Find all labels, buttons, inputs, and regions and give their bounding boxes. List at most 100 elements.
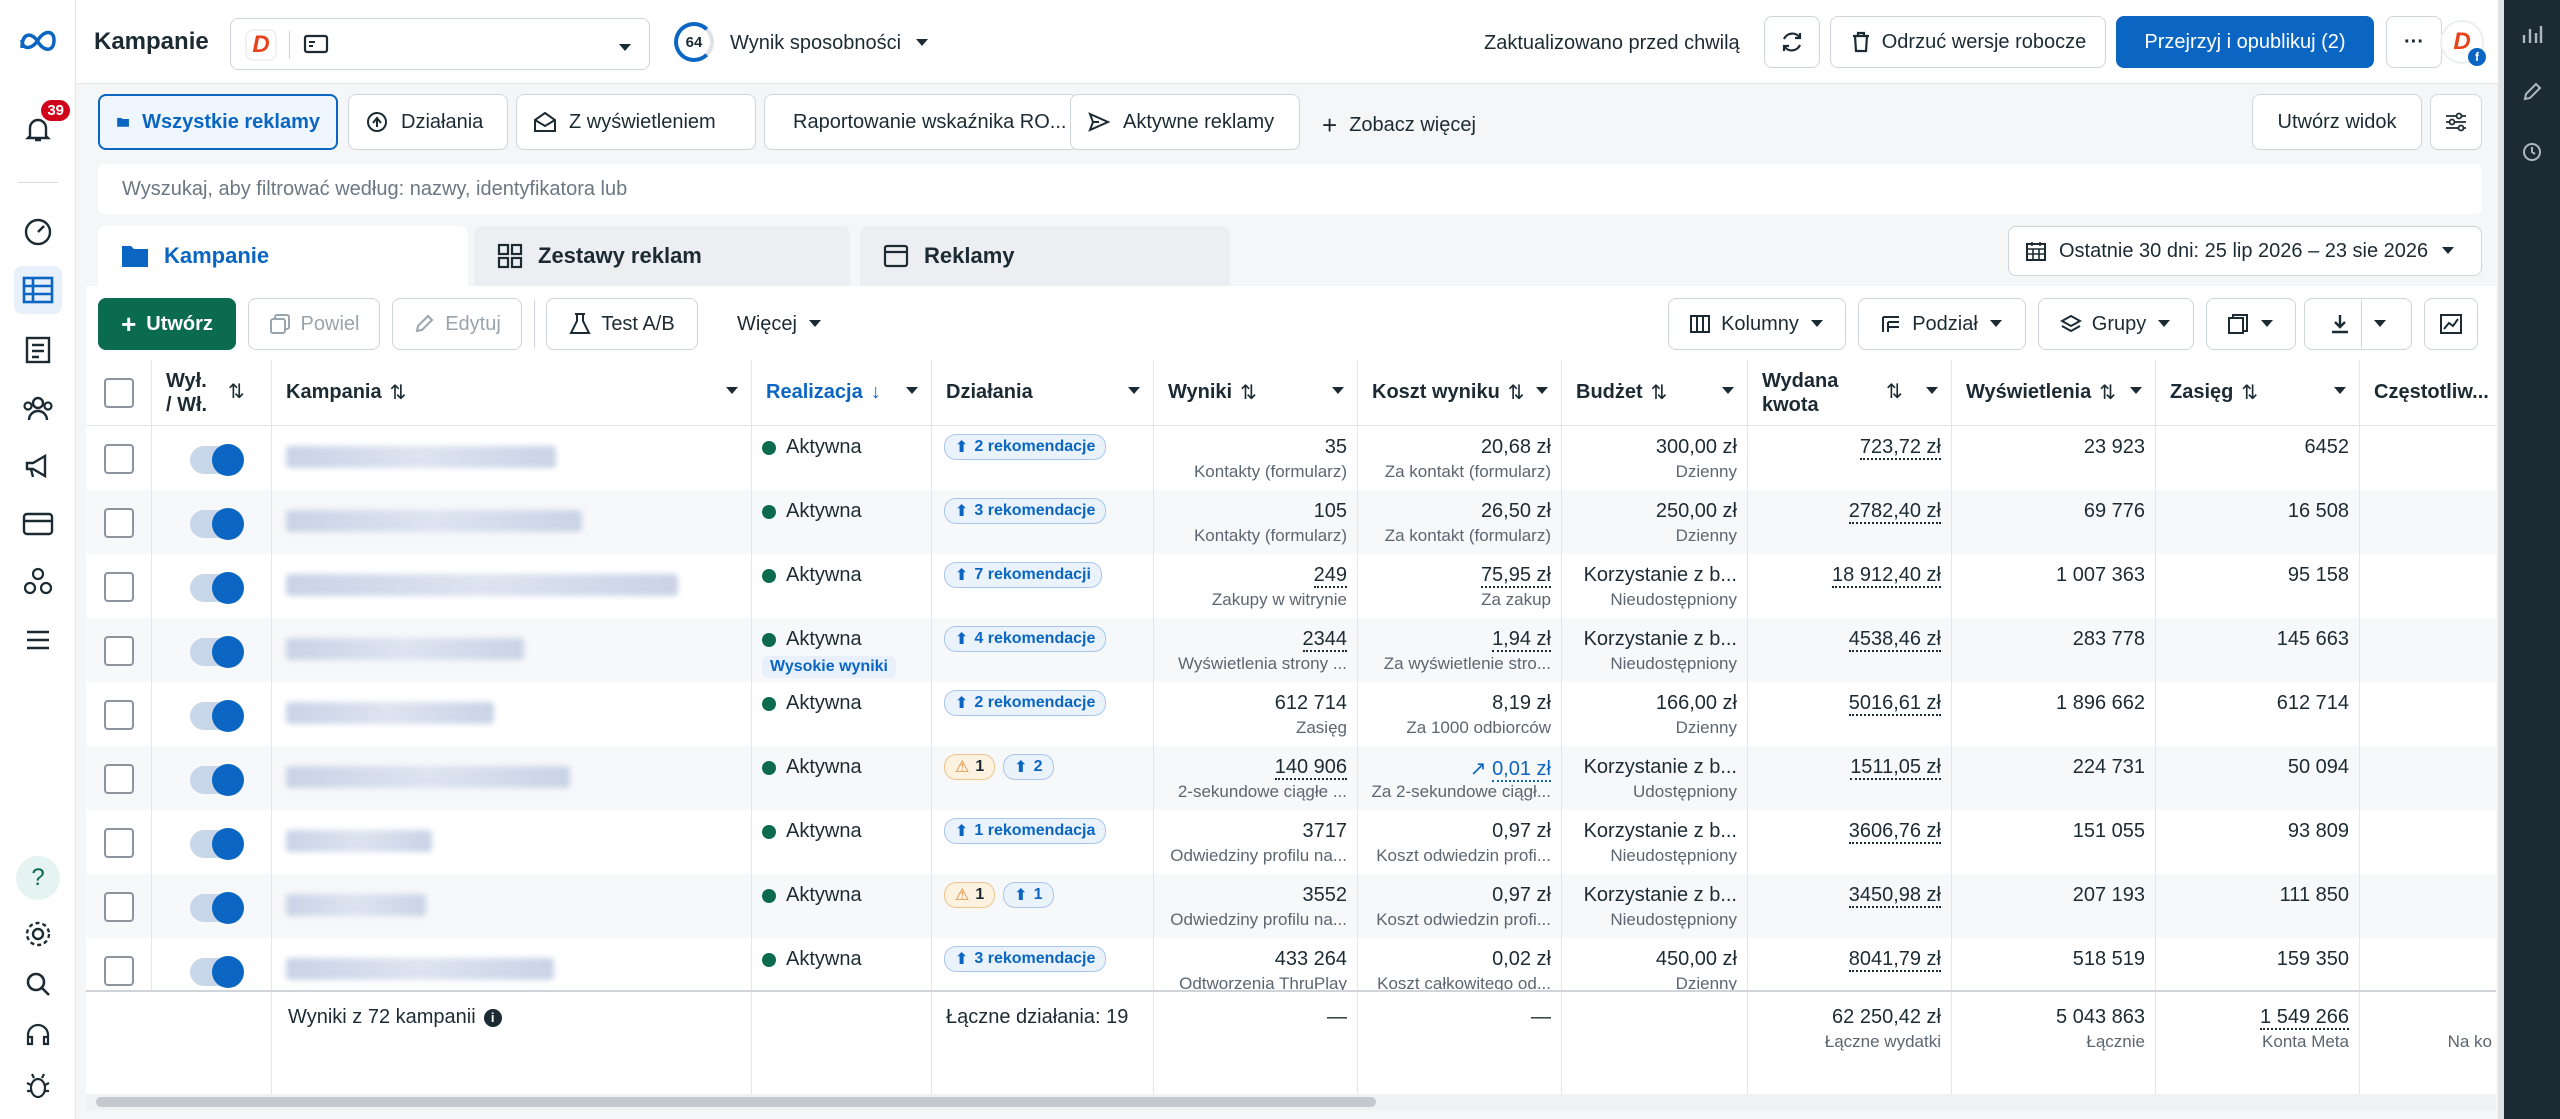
campaign-toggle[interactable] — [190, 828, 244, 860]
header-on-off[interactable]: Wył. / Wł. ⇅ — [152, 360, 272, 426]
cost-value[interactable]: 1,94 zł — [1492, 628, 1551, 652]
ab-test-button[interactable]: Test A/B — [546, 298, 698, 350]
spent-value[interactable]: 3606,76 zł — [1848, 820, 1941, 844]
high-performance-badge[interactable]: Wysokie wyniki — [762, 656, 896, 678]
row-checkbox[interactable] — [104, 828, 134, 858]
reports-icon[interactable] — [14, 326, 62, 374]
megaphone-icon[interactable] — [14, 442, 62, 490]
row-checkbox[interactable] — [104, 572, 134, 602]
spent-value[interactable]: 8041,79 zł — [1848, 948, 1941, 972]
sort-icon[interactable]: ⇅ — [390, 380, 407, 405]
edit-button[interactable]: Edytuj — [392, 298, 522, 350]
campaign-toggle[interactable] — [190, 956, 244, 988]
see-more-views[interactable]: + Zobacz więcej — [1322, 110, 1476, 141]
table-row[interactable]: Aktywna ⚠ 1 ⬆ 1 3552 Odwiedziny profilu na..… — [86, 874, 2496, 938]
campaign-name-redacted[interactable] — [286, 958, 554, 980]
sort-desc-icon[interactable]: ↓ — [871, 381, 881, 404]
support-headset-icon[interactable] — [14, 1012, 62, 1060]
reach-total[interactable]: 1 549 266 — [2260, 1006, 2349, 1030]
chevron-down-icon[interactable] — [914, 32, 930, 55]
budget-value[interactable]: Korzystanie z b... — [1584, 884, 1737, 907]
search-input[interactable]: Wyszukaj, aby filtrować według: nazwy, i… — [98, 164, 2482, 214]
header-budget[interactable]: Budżet ⇅ — [1562, 360, 1748, 426]
row-checkbox[interactable] — [104, 892, 134, 922]
reports-dropdown[interactable] — [2206, 298, 2296, 350]
campaign-name-redacted[interactable] — [286, 510, 582, 532]
sort-icon[interactable]: ⇅ — [1508, 380, 1525, 405]
recommendations-pill[interactable]: ⬆ 3 rekomendacje — [944, 498, 1107, 524]
table-row[interactable]: Aktywna Wysokie wyniki ⬆ 4 rekomendacje 23… — [86, 618, 2496, 682]
budget-value[interactable]: Korzystanie z b... — [1584, 820, 1737, 843]
view-tab-all-ads[interactable]: Wszystkie reklamy — [98, 94, 338, 150]
table-row[interactable]: Aktywna ⬆ 7 rekomendacji 249 Zakupy w witr… — [86, 554, 2496, 618]
header-amount-spent[interactable]: Wydana kwota ⇅ — [1748, 360, 1952, 426]
spent-value[interactable]: 4538,46 zł — [1848, 628, 1941, 652]
billing-card-icon[interactable] — [14, 500, 62, 548]
settings-gear-icon[interactable] — [14, 910, 62, 958]
recommendations-pill[interactable]: ⬆ 1 — [1003, 882, 1054, 908]
campaign-name-redacted[interactable] — [286, 446, 556, 468]
recommendations-pill[interactable]: ⬆ 1 rekomendacja — [944, 818, 1107, 844]
budget-value[interactable]: Korzystanie z b... — [1584, 564, 1737, 587]
view-tab-active-ads[interactable]: Aktywne reklamy — [1070, 94, 1300, 150]
notifications-icon[interactable]: 39 — [14, 100, 70, 154]
tab-ads[interactable]: Reklamy — [860, 226, 1230, 286]
budget-value[interactable]: Korzystanie z b... — [1584, 756, 1737, 779]
opportunity-score-ring[interactable]: 64 — [674, 22, 714, 62]
header-delivery[interactable]: Realizacja ↓ — [752, 360, 932, 426]
view-tab-roas-reporting[interactable]: Raportowanie wskaźnika RO... — [764, 94, 1078, 150]
table-row[interactable]: Aktywna ⚠ 1 ⬆ 2 140 906 2-sekundowe ciągłe .… — [86, 746, 2496, 810]
campaign-name-redacted[interactable] — [286, 638, 524, 660]
sort-icon[interactable]: ⇅ — [2099, 380, 2116, 405]
sort-icon[interactable]: ⇅ — [228, 380, 245, 404]
info-icon[interactable]: i — [483, 1008, 502, 1027]
duplicate-button[interactable]: Powiel — [248, 298, 380, 350]
help-icon[interactable]: ? — [14, 854, 62, 902]
tab-campaigns[interactable]: Kampanie — [98, 226, 468, 286]
recommendations-pill[interactable]: ⬆ 3 rekomendacje — [944, 946, 1107, 972]
sort-icon[interactable]: ⇅ — [1651, 380, 1668, 405]
discard-drafts-button[interactable]: Odrzuć wersje robocze — [1830, 16, 2106, 68]
ad-account-selector[interactable]: D — [230, 18, 650, 70]
review-publish-button[interactable]: Przejrzyj i opublikuj (2) — [2116, 16, 2374, 68]
spent-value[interactable]: 2782,40 zł — [1848, 500, 1941, 524]
profile-avatar[interactable]: D f — [2440, 20, 2486, 66]
create-view-button[interactable]: Utwórz widok — [2252, 94, 2422, 150]
business-network-icon[interactable] — [14, 558, 62, 606]
campaign-toggle[interactable] — [190, 700, 244, 732]
campaign-name-redacted[interactable] — [286, 574, 678, 596]
header-reach[interactable]: Zasięg ⇅ — [2156, 360, 2360, 426]
campaign-name-redacted[interactable] — [286, 702, 494, 724]
result-value[interactable]: 140 906 — [1274, 756, 1347, 780]
budget-value[interactable]: 300,00 zł — [1656, 436, 1737, 459]
result-value[interactable]: 249 — [1313, 564, 1347, 588]
dashboard-gauge-icon[interactable] — [14, 208, 62, 256]
tab-ad-sets[interactable]: Zestawy reklam — [474, 226, 850, 286]
header-impressions[interactable]: Wyświetlenia ⇅ — [1952, 360, 2156, 426]
campaign-toggle[interactable] — [190, 508, 244, 540]
spent-value[interactable]: 18 912,40 zł — [1832, 564, 1941, 588]
issues-pill[interactable]: ⚠ 1 — [944, 882, 996, 908]
create-button[interactable]: + Utwórz — [98, 298, 236, 350]
sort-icon[interactable]: ⇅ — [2241, 380, 2258, 405]
row-checkbox[interactable] — [104, 508, 134, 538]
row-checkbox[interactable] — [104, 700, 134, 730]
campaign-toggle[interactable] — [190, 764, 244, 796]
table-row[interactable]: Aktywna ⬆ 1 rekomendacja 3717 Odwiedziny p… — [86, 810, 2496, 874]
meta-logo-icon[interactable] — [14, 16, 62, 64]
table-row[interactable]: Aktywna ⬆ 3 rekomendacje 105 Kontakty (for… — [86, 490, 2496, 554]
row-checkbox[interactable] — [104, 444, 134, 474]
header-results[interactable]: Wyniki ⇅ — [1154, 360, 1358, 426]
more-actions-dropdown[interactable]: Więcej — [710, 298, 850, 350]
budget-value[interactable]: 450,00 zł — [1656, 948, 1737, 971]
issues-pill[interactable]: ⚠ 1 — [944, 754, 996, 780]
campaign-toggle[interactable] — [190, 444, 244, 476]
date-range-picker[interactable]: Ostatnie 30 dni: 25 lip 2026 – 23 sie 20… — [2008, 226, 2482, 276]
header-frequency[interactable]: Częstotliw... — [2360, 360, 2496, 426]
bug-report-icon[interactable] — [14, 1062, 62, 1110]
budget-value[interactable]: Korzystanie z b... — [1584, 628, 1737, 651]
menu-icon[interactable] — [14, 616, 62, 664]
spent-value[interactable]: 5016,61 zł — [1848, 692, 1941, 716]
audiences-icon[interactable] — [14, 384, 62, 432]
spent-value[interactable]: 723,72 zł — [1859, 436, 1941, 460]
